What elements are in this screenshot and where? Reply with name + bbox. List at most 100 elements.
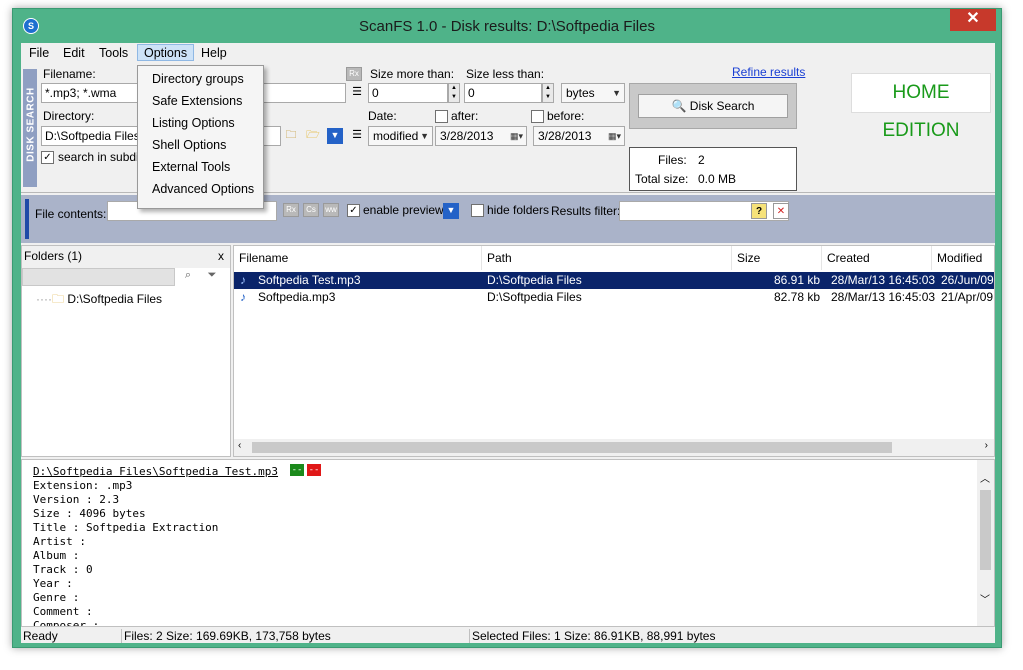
directory-list-icon[interactable]: ☰ xyxy=(349,128,365,144)
magnifier-folder-icon: 🔍 xyxy=(671,99,687,113)
client-area: File Edit Tools Options Help DISK SEARCH… xyxy=(21,43,995,643)
size-less-input[interactable]: 0 xyxy=(464,83,542,103)
search-subdirs-label: search in subdire xyxy=(58,150,150,164)
folders-filter-input[interactable] xyxy=(22,268,175,286)
scroll-up-icon[interactable]: ︿ xyxy=(980,470,990,485)
edition-badge: HOME EDITION xyxy=(851,73,991,141)
column-path[interactable]: Path xyxy=(482,246,732,270)
cell-filename: Softpedia Test.mp3 xyxy=(258,273,361,287)
audio-file-icon: ♪ xyxy=(240,290,246,304)
menu-item-advanced-options[interactable]: Advanced Options xyxy=(152,182,254,196)
status-ready: Ready xyxy=(23,629,58,643)
horizontal-scrollbar[interactable]: ‹ › xyxy=(234,439,994,456)
directory-dropdown-icon[interactable]: ▼ xyxy=(327,128,343,144)
size-more-label: Size more than: xyxy=(370,67,455,81)
table-row[interactable]: ♪ Softpedia Test.mp3 D:\Softpedia Files … xyxy=(234,272,994,289)
folder-tree-item[interactable]: ····🗀 D:\Softpedia Files xyxy=(36,290,162,311)
table-row[interactable]: ♪ Softpedia.mp3 D:\Softpedia Files 82.78… xyxy=(234,289,994,306)
cell-path: D:\Softpedia Files xyxy=(487,290,582,304)
folders-title: Folders (1) xyxy=(24,249,83,263)
horizontal-scroll-thumb[interactable] xyxy=(252,442,892,453)
before-checkbox[interactable] xyxy=(531,110,544,123)
contents-regex-button[interactable]: Rx xyxy=(283,203,299,217)
size-less-spinner[interactable]: ▲ ▼ xyxy=(542,83,554,103)
disk-search-label: Disk Search xyxy=(689,99,755,113)
after-date-picker[interactable]: 3/28/2013 ▦▾ xyxy=(435,126,527,146)
files-label: Files: xyxy=(658,153,687,167)
preview-line: Size : 4096 bytes xyxy=(33,507,146,520)
enable-preview-checkbox[interactable]: ✓ xyxy=(347,204,360,217)
preview-line: Extension: .mp3 xyxy=(33,479,133,492)
disk-search-box: 🔍 Disk Search xyxy=(629,83,797,129)
preview-line: Year : xyxy=(33,577,73,590)
before-date-picker[interactable]: 3/28/2013 ▦▾ xyxy=(533,126,625,146)
column-created[interactable]: Created xyxy=(822,246,932,270)
search-icon[interactable]: ⌕ xyxy=(180,268,196,284)
help-icon[interactable]: ? xyxy=(751,203,767,219)
refine-results-link[interactable]: Refine results xyxy=(732,65,805,79)
preview-options-icon[interactable]: ▼ xyxy=(443,203,459,219)
preview-green-button[interactable]: -- xyxy=(290,464,304,476)
scroll-right-icon[interactable]: › xyxy=(985,440,988,451)
contents-tab-marker xyxy=(25,199,29,239)
preview-line: Artist : xyxy=(33,535,86,548)
folder-browse-icon[interactable]: 🗀 xyxy=(283,128,299,144)
cell-filename: Softpedia.mp3 xyxy=(258,290,336,304)
menu-tools[interactable]: Tools xyxy=(93,45,134,62)
menu-file[interactable]: File xyxy=(23,45,55,62)
preview-line: Version : 2.3 xyxy=(33,493,120,506)
case-sensitive-button[interactable]: Cs xyxy=(303,203,319,217)
app-window: S ScanFS 1.0 - Disk results: D:\Softpedi… xyxy=(12,8,1002,648)
disk-search-tab[interactable]: DISK SEARCH xyxy=(23,69,37,187)
menu-help[interactable]: Help xyxy=(195,45,233,62)
menu-item-safe-extensions[interactable]: Safe Extensions xyxy=(152,94,242,108)
column-filename[interactable]: Filename xyxy=(234,246,482,270)
menu-item-listing-options[interactable]: Listing Options xyxy=(152,116,235,130)
directory-label: Directory: xyxy=(43,109,95,123)
menu-item-external-tools[interactable]: External Tools xyxy=(152,160,230,174)
vertical-scrollbar[interactable]: ︿ ﹀ xyxy=(977,460,994,626)
title-bar[interactable]: S ScanFS 1.0 - Disk results: D:\Softpedi… xyxy=(13,9,1001,43)
preview-line: Composer : xyxy=(33,619,100,627)
cell-created: 28/Mar/13 16:45:03 xyxy=(831,290,936,304)
menu-options[interactable]: Options xyxy=(137,44,195,61)
close-button[interactable]: ✕ xyxy=(950,9,996,31)
vertical-scroll-thumb[interactable] xyxy=(980,490,991,570)
scroll-down-icon[interactable]: ﹀ xyxy=(980,591,990,606)
menu-bar: File Edit Tools Options Help xyxy=(21,43,995,63)
file-contents-label: File contents: xyxy=(35,207,107,221)
column-modified[interactable]: Modified xyxy=(932,246,994,270)
column-size[interactable]: Size xyxy=(732,246,822,270)
clear-filter-icon[interactable]: ✕ xyxy=(773,203,789,219)
status-files: Files: 2 Size: 169.69KB, 173,758 bytes xyxy=(121,629,331,643)
after-label: after: xyxy=(451,109,479,123)
search-subdirs-checkbox[interactable]: ✓ xyxy=(41,151,54,164)
preview-line: Genre : xyxy=(33,591,80,604)
results-filter-label: Results filter: xyxy=(551,204,621,218)
filename-regex-button[interactable]: Rx xyxy=(346,67,362,81)
menu-item-directory-groups[interactable]: Directory groups xyxy=(152,72,244,86)
list-icon[interactable]: ☰ xyxy=(349,85,365,101)
scroll-left-icon[interactable]: ‹ xyxy=(238,440,241,451)
menu-edit[interactable]: Edit xyxy=(57,45,91,62)
after-checkbox[interactable] xyxy=(435,110,448,123)
size-more-input[interactable]: 0 xyxy=(368,83,448,103)
whole-word-button[interactable]: ww xyxy=(323,203,339,217)
size-unit-select[interactable]: bytes ▼ xyxy=(561,83,625,103)
hide-folders-label: hide folders xyxy=(487,203,550,217)
filter-icon[interactable]: ⏷ xyxy=(204,268,220,284)
audio-file-icon: ♪ xyxy=(240,273,246,287)
folder-open-icon[interactable]: 🗁 xyxy=(305,128,321,144)
folders-close-button[interactable]: x xyxy=(218,246,224,266)
disk-search-button[interactable]: 🔍 Disk Search xyxy=(638,94,788,118)
date-field-select[interactable]: modified ▼ xyxy=(368,126,433,146)
cell-created: 28/Mar/13 16:45:03 xyxy=(831,273,936,287)
status-selected: Selected Files: 1 Size: 86.91KB, 88,991 … xyxy=(469,629,715,643)
total-size-label: Total size: xyxy=(635,172,689,186)
size-more-spinner[interactable]: ▲ ▼ xyxy=(448,83,460,103)
menu-item-shell-options[interactable]: Shell Options xyxy=(152,138,226,152)
hide-folders-checkbox[interactable] xyxy=(471,204,484,217)
preview-red-button[interactable]: -- xyxy=(307,464,321,476)
preview-line: Track : 0 xyxy=(33,563,93,576)
stats-box: Files: 2 Total size: 0.0 MB xyxy=(629,147,797,191)
